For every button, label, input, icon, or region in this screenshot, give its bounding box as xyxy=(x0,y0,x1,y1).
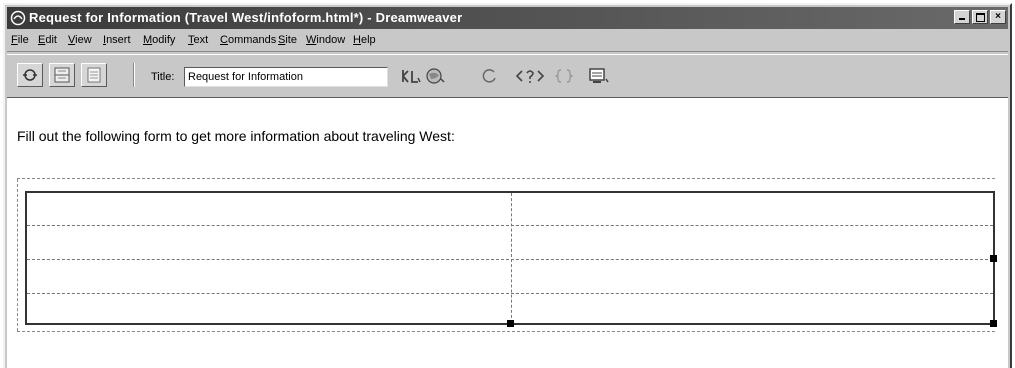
page-title-input[interactable] xyxy=(184,67,388,87)
code-view-icon xyxy=(23,69,37,81)
design-view-icon xyxy=(87,67,101,83)
close-button[interactable]: × xyxy=(990,10,1006,24)
menu-help[interactable]: Help xyxy=(353,30,376,50)
file-management-icon[interactable] xyxy=(400,67,422,85)
table-row-divider xyxy=(27,259,993,260)
menu-window[interactable]: Window xyxy=(306,30,345,50)
window-controls: × xyxy=(952,10,1006,24)
menu-text[interactable]: Text xyxy=(188,30,208,50)
minimize-button[interactable] xyxy=(954,10,970,24)
menu-file[interactable]: File xyxy=(11,30,29,50)
table-row-divider xyxy=(27,293,993,294)
split-view-icon xyxy=(54,67,70,83)
close-icon: × xyxy=(995,11,1001,22)
reference-icon[interactable] xyxy=(515,67,545,85)
form-left-border xyxy=(17,179,18,331)
document-toolbar: Title: xyxy=(7,53,1008,95)
form-table[interactable] xyxy=(25,191,997,327)
resize-handle-bottom[interactable] xyxy=(507,320,514,327)
menu-view[interactable]: View xyxy=(68,30,92,50)
intro-paragraph: Fill out the following form to get more … xyxy=(17,128,455,144)
maximize-button[interactable] xyxy=(972,10,988,24)
title-bar[interactable]: Request for Information (Travel West/inf… xyxy=(7,7,1008,29)
dreamweaver-app-icon xyxy=(10,10,26,26)
resize-handle-corner[interactable] xyxy=(990,320,997,327)
menu-modify[interactable]: Modify xyxy=(143,30,175,50)
title-label: Title: xyxy=(151,71,175,83)
preview-in-browser-icon[interactable] xyxy=(424,67,446,85)
menu-edit[interactable]: Edit xyxy=(38,30,57,50)
refresh-icon[interactable] xyxy=(481,67,499,85)
dreamweaver-window: Request for Information (Travel West/inf… xyxy=(3,3,1012,368)
split-view-button[interactable] xyxy=(49,63,75,87)
table-column-divider xyxy=(511,193,512,323)
table-row-divider xyxy=(27,225,993,226)
code-view-button[interactable] xyxy=(17,63,43,87)
code-navigation-icon[interactable] xyxy=(555,67,573,85)
menu-bar: File Edit View Insert Modify Text Comman… xyxy=(7,30,1008,50)
design-view-button[interactable] xyxy=(81,63,107,87)
toolbar-divider xyxy=(133,63,135,87)
menu-commands[interactable]: Commands xyxy=(220,30,276,50)
menu-site[interactable]: Site xyxy=(278,30,297,50)
menu-insert[interactable]: Insert xyxy=(103,30,131,50)
design-view-canvas[interactable]: Fill out the following form to get more … xyxy=(7,97,1008,368)
resize-handle-right[interactable] xyxy=(990,255,997,262)
window-title: Request for Information (Travel West/inf… xyxy=(29,10,463,25)
view-options-icon[interactable] xyxy=(587,67,613,85)
